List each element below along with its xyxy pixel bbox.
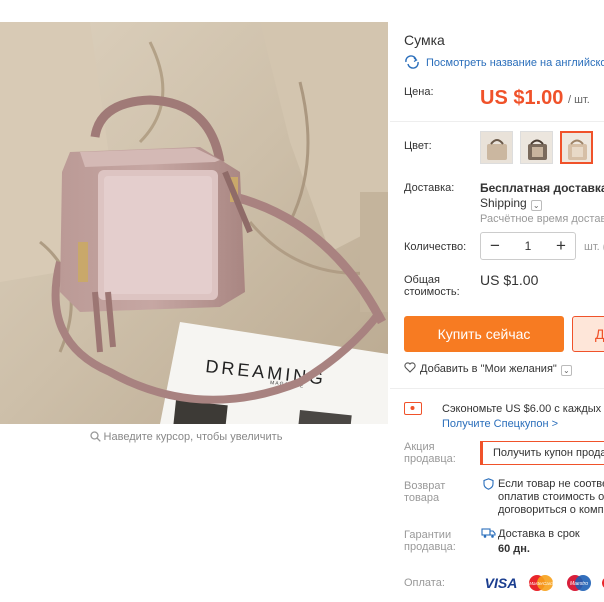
zoom-hint: Наведите курсор, чтобы увеличить [0, 431, 372, 443]
shipping-method-select[interactable]: Shipping ⌄ [480, 196, 542, 211]
shipping-method-text: Shipping [480, 196, 527, 210]
total-label-line2: стоимость: [404, 286, 460, 298]
price-unit: / шт. [568, 94, 590, 106]
quantity-stepper: − 1 + [480, 232, 576, 260]
add-to-cart-button[interactable]: Д [572, 316, 604, 352]
swatch-thumb-icon [481, 132, 512, 163]
guarantee-days: 60 дн. [498, 543, 530, 555]
payment-label: Оплата: [404, 577, 445, 589]
guarantee-text: Доставка в срок [498, 528, 580, 540]
returns-line: оплатив стоимость о [498, 491, 604, 503]
swatch-thumb-icon [521, 132, 552, 163]
visa-icon: VISA [485, 575, 518, 591]
product-info-panel: Сумка Посмотреть название на английском … [390, 0, 604, 602]
quantity-unit: шт. (5 [584, 241, 604, 253]
guarantee-label-line2: продавца: [404, 541, 456, 553]
chevron-down-icon[interactable]: ⌄ [560, 365, 572, 376]
mastercard-text: MasterCard [529, 581, 553, 586]
product-image-gallery[interactable]: DREAMING MAGAZINE [0, 22, 388, 424]
swatch-thumb-icon [562, 133, 591, 162]
add-to-wishlist-button[interactable]: Добавить в "Мои желания" ⌄ [404, 362, 572, 376]
coupon-icon [404, 402, 422, 415]
returns-line: договориться о комп [498, 504, 604, 516]
buy-now-button[interactable]: Купить сейчас [404, 316, 564, 352]
shipping-label: Доставка: [404, 182, 455, 194]
truck-icon [481, 528, 496, 538]
maestro-text: Maestro [570, 581, 588, 587]
mastercard-icon: MasterCard [529, 575, 553, 591]
returns-text: Если товар не соотве оплатив стоимость о… [498, 478, 604, 517]
wishlist-text: Добавить в "Мои желания" [420, 363, 557, 375]
quantity-plus-button[interactable]: + [547, 233, 575, 259]
quantity-label: Количество: [404, 241, 467, 253]
magnifier-icon [89, 431, 101, 442]
returns-line: Если товар не соотве [498, 478, 604, 490]
translate-title-text: Посмотреть название на английском [426, 57, 604, 69]
get-coupon-link[interactable]: Получите Спецкупон > [442, 418, 558, 430]
visa-text: VISA [485, 575, 518, 591]
color-swatch-1[interactable] [480, 131, 513, 164]
shipping-estimate: Расчётное время доставки [480, 213, 604, 225]
translate-icon [405, 55, 419, 69]
price-value: US $1.00 [480, 87, 564, 109]
shield-icon [483, 478, 494, 490]
color-swatch-2[interactable] [520, 131, 553, 164]
total-value: US $1.00 [480, 272, 539, 288]
maestro-icon: Maestro [567, 575, 591, 591]
quantity-minus-button[interactable]: − [481, 233, 509, 259]
color-label: Цвет: [404, 140, 432, 152]
translate-title-link[interactable]: Посмотреть название на английском [404, 55, 604, 69]
quantity-input[interactable]: 1 [509, 233, 547, 259]
shipping-title: Бесплатная доставка в [480, 181, 604, 195]
divider [390, 388, 604, 389]
coupon-save-text: Сэкономьте US $6.00 с каждых US [442, 403, 604, 415]
heart-icon [404, 362, 416, 373]
price-label: Цена: [404, 86, 434, 98]
get-seller-coupon-button[interactable]: Получить купон прода [480, 441, 604, 465]
zoom-hint-text: Наведите курсор, чтобы увеличить [103, 431, 283, 443]
returns-label-line2: товара [404, 492, 440, 504]
product-photo[interactable]: DREAMING MAGAZINE [0, 22, 388, 424]
seller-promo-label-line2: продавца: [404, 453, 456, 465]
product-title: Сумка [404, 32, 445, 48]
color-swatch-3-selected[interactable] [560, 131, 593, 164]
chevron-down-icon: ⌄ [530, 200, 542, 211]
divider [390, 121, 604, 122]
